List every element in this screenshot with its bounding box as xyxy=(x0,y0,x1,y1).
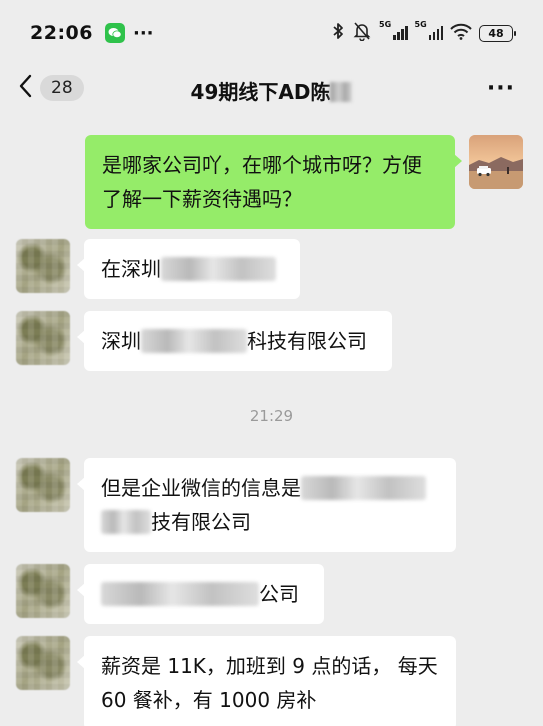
redacted-blur xyxy=(101,510,151,534)
redacted-blur xyxy=(330,82,353,102)
message-bubble-outgoing[interactable]: 是哪家公司吖，在哪个城市呀？方便了解一下薪资待遇吗？ xyxy=(85,135,462,229)
message-text-tail: 科技有限公司 xyxy=(247,329,367,353)
contact-avatar[interactable] xyxy=(16,239,70,293)
contact-avatar[interactable] xyxy=(16,636,70,690)
redacted-blur xyxy=(101,582,259,606)
bluetooth-icon xyxy=(331,22,345,44)
chat-title: 49期线下AD陈 xyxy=(0,76,543,105)
timestamp-divider: 21:29 xyxy=(249,407,294,425)
wifi-icon xyxy=(450,23,472,44)
message-text: 但是企业微信的信息是 xyxy=(101,476,301,500)
signal-sim2-icon: 5G xyxy=(415,20,443,40)
chat-header: 28 49期线下AD陈 ··· xyxy=(0,66,543,112)
contact-avatar[interactable] xyxy=(16,458,70,512)
redacted-blur xyxy=(141,329,247,353)
message-text: 在深圳 xyxy=(101,257,161,281)
wechat-notification-icon xyxy=(104,23,125,43)
signal-sim1-icon: 5G xyxy=(379,20,408,40)
battery-indicator: 48 xyxy=(479,24,516,42)
message-line: 但是企业微信的信息是 xyxy=(101,471,439,505)
more-options-button[interactable]: ··· xyxy=(487,76,515,101)
message-bubble-incoming[interactable]: 薪资是 11K，加班到 9 点的话， 每天 60 餐补，有 1000 房补 xyxy=(77,636,456,726)
mute-bell-icon xyxy=(352,21,372,45)
message-line: 技有限公司 xyxy=(101,505,439,539)
status-time: 22:06 xyxy=(30,22,93,44)
sunset-landscape-image xyxy=(469,135,523,189)
message-bubble-incoming[interactable]: 公司 xyxy=(77,564,324,624)
message-text: 深圳 xyxy=(101,329,141,353)
message-text: 是哪家公司吖，在哪个城市呀？方便了解一下薪资待遇吗？ xyxy=(102,153,422,211)
message-bubble-incoming[interactable]: 在深圳 xyxy=(77,239,300,299)
chat-title-text: 49期线下AD陈 xyxy=(190,80,331,104)
message-text: 薪资是 11K，加班到 9 点的话， 每天 60 餐补，有 1000 房补 xyxy=(101,654,438,712)
redacted-blur xyxy=(161,257,276,281)
contact-avatar[interactable] xyxy=(16,311,70,365)
my-avatar[interactable] xyxy=(469,135,523,189)
message-bubble-incoming[interactable]: 深圳 科技有限公司 xyxy=(77,311,392,371)
more-notifications-icon: ··· xyxy=(132,22,154,44)
message-text-tail: 技有限公司 xyxy=(151,510,251,534)
contact-avatar[interactable] xyxy=(16,564,70,618)
message-bubble-incoming[interactable]: 但是企业微信的信息是 技有限公司 xyxy=(77,458,456,552)
redacted-blur xyxy=(301,476,426,500)
status-icons: 5G 5G 48 xyxy=(331,20,516,45)
message-text: 公司 xyxy=(259,582,299,606)
status-bar: 22:06 ··· 5G 5G 48 xyxy=(0,0,543,66)
